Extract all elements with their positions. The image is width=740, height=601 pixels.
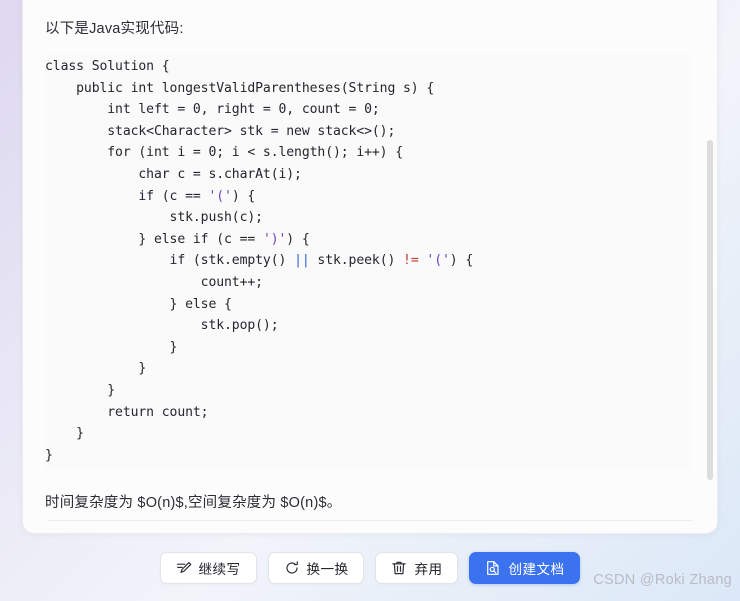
regenerate-button[interactable]: 换一换	[267, 552, 365, 584]
message-body: 以下是Java实现代码: class Solution { public int…	[23, 0, 717, 520]
code-line: stk.pop();	[45, 318, 279, 334]
code-line: }	[45, 382, 116, 398]
continue-writing-button[interactable]: 继续写	[159, 552, 257, 584]
code-line: }	[45, 361, 147, 377]
refresh-circle-icon	[284, 560, 300, 576]
continue-writing-label: 继续写	[198, 562, 241, 577]
trash-icon	[391, 560, 407, 576]
code-line: for (int i = 0; i < s.length(); i++) {	[45, 145, 404, 161]
scrollbar-thumb[interactable]	[707, 140, 713, 480]
complexity-text: 时间复杂度为 $O(n)$,空间复杂度为 $O(n)$。	[45, 495, 342, 512]
code-line: if (c == '(') {	[45, 188, 256, 204]
code-line: return count;	[45, 404, 209, 420]
code-line: if (stk.empty() || stk.peek() != '(') {	[45, 253, 474, 269]
code-line: count++;	[45, 274, 263, 290]
code-line: stack<Character> stk = new stack<>();	[45, 123, 396, 139]
document-search-icon	[485, 560, 501, 576]
code-line: }	[45, 339, 178, 355]
answer-card: 以下是Java实现代码: class Solution { public int…	[22, 0, 718, 534]
code-line: int left = 0, right = 0, count = 0;	[45, 102, 380, 118]
discard-label: 弃用	[414, 562, 443, 577]
code-line: stk.push(c);	[45, 210, 264, 226]
scrollbar-track[interactable]	[707, 0, 713, 520]
create-document-label: 创建文档	[508, 562, 565, 577]
regenerate-label: 换一换	[306, 562, 349, 577]
code-line: }	[45, 447, 53, 463]
card-footer-space	[23, 521, 717, 533]
code-content: class Solution { public int longestValid…	[45, 56, 691, 466]
code-line: }	[45, 426, 84, 442]
code-line: } else if (c == ')') {	[45, 231, 310, 247]
create-document-button[interactable]: 创建文档	[469, 552, 581, 584]
code-line: } else {	[45, 296, 232, 312]
discard-button[interactable]: 弃用	[375, 552, 459, 584]
code-line: public int longestValidParentheses(Strin…	[45, 80, 435, 96]
code-block: class Solution { public int longestValid…	[45, 54, 691, 471]
watermark: CSDN @Roki Zhang	[593, 572, 732, 588]
intro-text: 以下是Java实现代码:	[45, 21, 184, 37]
code-line: class Solution {	[45, 59, 170, 74]
code-line: char c = s.charAt(i);	[45, 166, 302, 182]
pencil-write-icon	[176, 560, 192, 576]
